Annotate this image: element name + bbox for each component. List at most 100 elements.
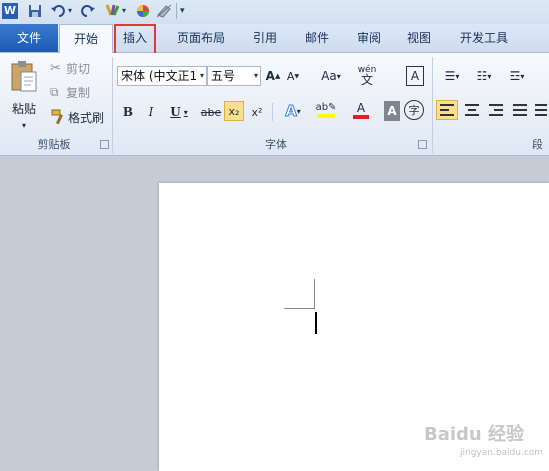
multilevel-list-button[interactable]: ☲ ▾: [502, 66, 532, 86]
undo-icon[interactable]: [50, 3, 68, 19]
eraser-icon[interactable]: [156, 3, 172, 19]
superscript-button[interactable]: x²: [248, 102, 266, 122]
font-name-value: 宋体 (中文正1: [121, 69, 198, 83]
crop-mark-horizontal: [284, 308, 315, 309]
shrink-font-button[interactable]: A ▼: [284, 66, 302, 86]
align-right-button[interactable]: [485, 100, 507, 120]
pinyin-char-icon: 文: [360, 73, 373, 87]
align-center-icon: [465, 104, 479, 116]
font-name-combobox[interactable]: 宋体 (中文正1 ▾: [117, 66, 207, 86]
paragraph-group-label: 段: [532, 138, 543, 151]
distributed-button[interactable]: [533, 100, 549, 120]
character-border-button[interactable]: A: [406, 66, 424, 86]
font-name-dropdown-icon[interactable]: ▾: [200, 67, 204, 85]
group-separator-2: [432, 57, 433, 153]
numbering-icon: ☷: [476, 69, 488, 83]
tab-home[interactable]: 开始: [59, 24, 113, 53]
paste-button[interactable]: 粘贴 ▾: [4, 57, 44, 133]
scissors-icon: ✂: [50, 60, 61, 76]
bullets-icon: ☰: [444, 69, 456, 83]
underline-button[interactable]: U ▾: [166, 102, 192, 122]
bold-button[interactable]: B: [120, 102, 136, 122]
enclose-characters-button[interactable]: 字: [404, 100, 424, 120]
multilevel-list-icon: ☲: [509, 69, 521, 83]
clipboard-group-label: 剪贴板: [37, 138, 71, 151]
shrink-font-icon: A: [286, 69, 295, 83]
align-center-button[interactable]: [461, 100, 483, 120]
text-effects-button[interactable]: A ▾: [278, 101, 308, 121]
distributed-icon: [535, 104, 547, 116]
word-app-icon[interactable]: W: [2, 3, 18, 19]
tab-view[interactable]: 视图: [398, 24, 440, 52]
font-separator: [272, 103, 273, 121]
tab-insert[interactable]: 插入: [114, 24, 156, 52]
subscript-icon: x₂: [228, 104, 240, 118]
numbering-button[interactable]: ☷ ▾: [470, 66, 498, 86]
subscript-button[interactable]: x₂: [224, 101, 244, 121]
font-size-dropdown-icon[interactable]: ▾: [254, 67, 258, 85]
grow-font-button[interactable]: A ▲: [264, 66, 282, 86]
change-case-button[interactable]: Aa ▾: [316, 66, 346, 86]
tab-mailings[interactable]: 邮件: [296, 24, 338, 52]
strikethrough-button[interactable]: abe: [200, 102, 222, 122]
text-cursor: [315, 312, 317, 334]
paste-icon: [11, 61, 37, 92]
enclose-characters-icon: 字: [408, 104, 420, 117]
format-painter-label: 格式刷: [68, 110, 105, 125]
cut-button[interactable]: ✂ 剪切: [50, 58, 104, 78]
font-color-bar: [353, 115, 369, 119]
copy-label: 复制: [66, 85, 91, 100]
bold-icon: B: [122, 105, 134, 119]
change-case-icon: Aa: [321, 69, 337, 83]
copy-icon: ⧉: [50, 84, 59, 99]
brush-icon[interactable]: [104, 3, 122, 19]
character-shading-button[interactable]: A: [384, 101, 400, 121]
group-separator: [112, 57, 113, 153]
ribbon-tab-bar: 文件 开始 插入 页面布局 引用 邮件 审阅 视图 开发工具: [0, 24, 549, 53]
format-painter-icon: [51, 109, 63, 125]
pinyin-guide-button[interactable]: wén 文: [354, 63, 380, 87]
grow-font-icon: A: [265, 69, 275, 83]
highlighter-icon: ab✎: [315, 102, 337, 113]
font-color-button[interactable]: A: [346, 100, 376, 120]
align-left-icon: [440, 104, 454, 116]
highlight-color-button[interactable]: ab✎: [310, 100, 342, 120]
format-painter-button[interactable]: 格式刷: [50, 107, 106, 127]
quick-access-toolbar: W ▾ ▾ ▾: [0, 0, 549, 24]
tab-page-layout[interactable]: 页面布局: [170, 24, 232, 52]
strikethrough-icon: abe: [200, 105, 222, 119]
justify-icon: [513, 104, 527, 116]
italic-icon: I: [148, 105, 154, 119]
tab-review[interactable]: 审阅: [348, 24, 390, 52]
character-border-icon: A: [410, 69, 420, 83]
font-dialog-launcher-icon[interactable]: [418, 140, 427, 149]
tab-references[interactable]: 引用: [244, 24, 286, 52]
align-right-icon: [489, 104, 503, 116]
italic-button[interactable]: I: [143, 102, 159, 122]
baidu-watermark-url: jingyan.baidu.com: [460, 448, 544, 458]
brush-dropdown-icon[interactable]: ▾: [122, 3, 130, 19]
ribbon-home: 粘贴 ▾ ✂ 剪切 ⧉ 复制 格式刷 剪贴板 宋体 (中文正1 ▾ 五号 ▾ A…: [0, 53, 549, 156]
redo-icon[interactable]: [80, 3, 96, 19]
copy-button[interactable]: ⧉ 复制: [50, 82, 104, 102]
underline-icon: U: [170, 105, 181, 119]
clipboard-dialog-launcher-icon[interactable]: [100, 140, 109, 149]
align-left-button[interactable]: [436, 100, 458, 120]
baidu-watermark: Baidu 经验: [424, 424, 525, 445]
font-group-label: 字体: [265, 138, 287, 151]
tab-file[interactable]: 文件: [0, 24, 58, 52]
paste-dropdown-icon[interactable]: ▾: [22, 121, 26, 130]
save-icon[interactable]: [28, 3, 42, 19]
highlight-color-bar: [317, 114, 335, 118]
character-shading-icon: A: [387, 104, 397, 118]
cut-label: 剪切: [66, 61, 91, 76]
color-wheel-icon[interactable]: [135, 3, 151, 19]
superscript-icon: x²: [251, 105, 263, 119]
customize-qat-icon[interactable]: ▾: [180, 3, 190, 19]
tab-developer[interactable]: 开发工具: [452, 24, 516, 52]
justify-button[interactable]: [509, 100, 531, 120]
font-size-combobox[interactable]: 五号 ▾: [207, 66, 261, 86]
bullets-button[interactable]: ☰ ▾: [438, 66, 466, 86]
undo-dropdown-icon[interactable]: ▾: [68, 3, 76, 19]
qat-divider: [176, 3, 177, 19]
